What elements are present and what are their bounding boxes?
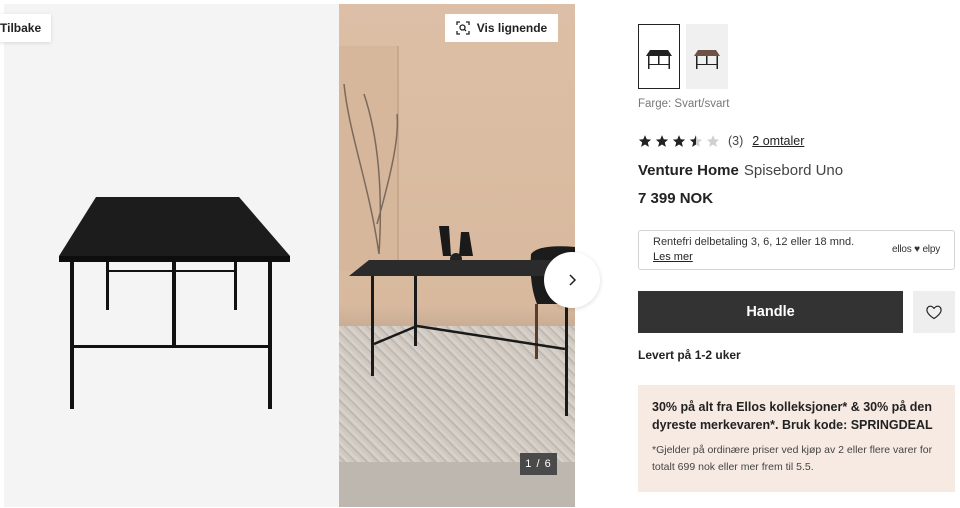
- delivery-time: Levert på 1-2 uker: [638, 348, 741, 362]
- star-icon: [638, 135, 652, 147]
- show-similar-label: Vis lignende: [476, 21, 548, 35]
- image-counter: 1 / 6: [520, 453, 557, 475]
- star-half-icon: [689, 135, 703, 147]
- show-similar-button[interactable]: Vis lignende: [445, 14, 558, 42]
- color-swatch-brown[interactable]: [686, 24, 728, 89]
- swatch-thumbnail-brown: [694, 49, 720, 69]
- scan-icon: [456, 21, 470, 35]
- back-button[interactable]: Tilbake: [0, 14, 52, 42]
- product-image-lifestyle[interactable]: [339, 4, 575, 507]
- swatch-thumbnail-black: [646, 49, 672, 69]
- product-image-main[interactable]: [4, 4, 339, 507]
- financing-box: Rentefri delbetaling 3, 6, 12 eller 18 m…: [638, 230, 955, 270]
- wishlist-button[interactable]: [913, 291, 955, 333]
- next-image-button[interactable]: [544, 252, 600, 308]
- promo-box: 30% på alt fra Ellos kolleksjoner* & 30%…: [638, 385, 955, 492]
- star-icon: [655, 135, 669, 147]
- heart-icon: [926, 305, 942, 320]
- promo-terms: *Gjelder på ordinære priser ved kjøp av …: [652, 444, 933, 473]
- table-product-illustration: [59, 197, 290, 409]
- product-price: 7 399 NOK: [638, 190, 714, 207]
- star-empty-icon: [706, 135, 720, 147]
- rating-row: (3) 2 omtaler: [638, 134, 804, 148]
- star-icon: [672, 135, 686, 147]
- product-title: Venture Home Spisebord Uno: [638, 162, 843, 179]
- product-gallery: [4, 4, 575, 507]
- financing-read-more-link[interactable]: Les mer: [653, 251, 693, 263]
- financing-text: Rentefri delbetaling 3, 6, 12 eller 18 m…: [653, 236, 855, 248]
- product-brand[interactable]: Venture Home: [638, 162, 739, 179]
- chevron-right-icon: [569, 274, 577, 286]
- ellos-elpy-logo: ellos ♥ elpy: [891, 244, 940, 255]
- buy-button[interactable]: Handle: [638, 291, 903, 333]
- rating-count: (3): [728, 134, 744, 148]
- color-label: Farge: Svart/svart: [638, 98, 730, 110]
- product-info-panel: Farge: Svart/svart (3) 2 omtaler Venture…: [638, 0, 956, 508]
- room-scene: [343, 83, 575, 416]
- reviews-link[interactable]: 2 omtaler: [752, 134, 804, 148]
- color-swatch-black[interactable]: [638, 24, 680, 89]
- promo-headline: 30% på alt fra Ellos kolleksjoner* & 30%…: [652, 400, 933, 432]
- product-name: Spisebord Uno: [743, 162, 844, 179]
